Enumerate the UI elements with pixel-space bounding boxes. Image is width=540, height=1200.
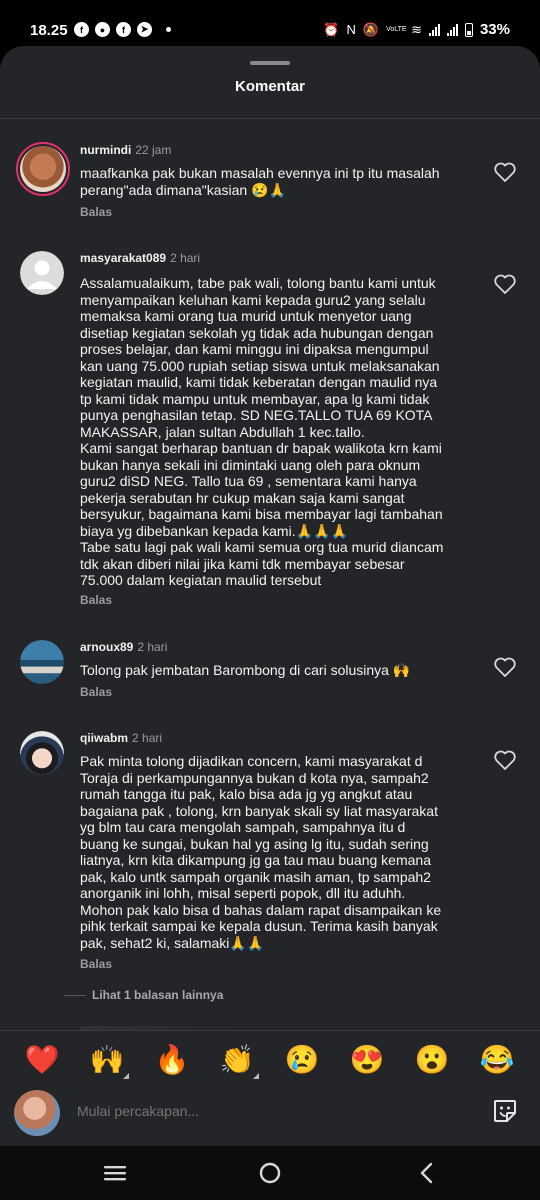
reaction-raised-hands[interactable]: 🙌 <box>87 1043 129 1079</box>
facebook-icon: f <box>74 22 89 37</box>
mute-icon: 🔕 <box>362 21 380 37</box>
compass-icon: ➤ <box>137 22 152 37</box>
signal-icon <box>446 23 458 36</box>
reply-button[interactable]: Balas <box>80 593 112 607</box>
signal-icon <box>428 23 440 36</box>
like-heart-icon[interactable] <box>493 656 517 678</box>
reaction-surprised[interactable]: 😮 <box>412 1043 452 1077</box>
my-avatar <box>14 1090 60 1136</box>
volte-icon: VoLTE <box>386 25 407 33</box>
comment-input[interactable] <box>77 1103 457 1119</box>
comment-text: Assalamualaikum, tabe pak wali, tolong b… <box>80 275 444 588</box>
reaction-laughing[interactable]: 😂 <box>477 1043 517 1077</box>
home-icon[interactable] <box>255 1160 285 1186</box>
reply-button[interactable]: Balas <box>80 205 112 219</box>
comment-text: Tolong pak jembatan Barombong di cari so… <box>80 662 411 678</box>
comment-text: Pak minta tolong dijadikan concern, kami… <box>80 753 442 951</box>
more-notifications-dot-icon <box>166 27 171 32</box>
drag-handle[interactable] <box>250 61 290 65</box>
comment-username[interactable]: nurmindi <box>80 143 131 157</box>
battery-icon <box>464 22 473 37</box>
view-more-replies-link[interactable]: Lihat 1 balasan lainnya <box>64 988 223 1002</box>
reaction-fire[interactable]: 🔥 <box>152 1043 192 1077</box>
comment-username[interactable]: arnoux89 <box>80 640 133 654</box>
avatar[interactable] <box>20 640 64 684</box>
like-heart-icon[interactable] <box>493 749 517 771</box>
sheet-title: Komentar <box>234 78 305 95</box>
comment-time: 2 hari <box>132 731 163 745</box>
compose-bar <box>0 1090 540 1146</box>
wifi-icon: ≋ <box>411 21 422 37</box>
comment-time: 2 hari <box>137 640 168 654</box>
avatar[interactable] <box>20 251 64 295</box>
reply-button[interactable]: Balas <box>80 685 112 699</box>
facebook-icon: f <box>116 22 131 37</box>
comments-sheet: Komentar nurmindi 22 jam maafkanka pak bu… <box>0 46 540 1146</box>
nfc-icon: N <box>346 22 356 37</box>
comment-username[interactable]: masyarakat089 <box>80 251 166 265</box>
like-heart-icon[interactable] <box>493 161 517 183</box>
alarm-icon: ⏰ <box>323 21 340 37</box>
comment-time: 22 jam <box>135 143 172 157</box>
reaction-crying[interactable]: 😢 <box>282 1043 322 1077</box>
default-avatar-icon <box>20 251 64 295</box>
reaction-clapping[interactable]: 👏 <box>217 1043 259 1079</box>
chat-icon: ● <box>95 22 110 37</box>
quick-reactions-bar: ❤️ 🙌 🔥 👏 😢 😍 😮 😂 <box>0 1030 540 1090</box>
battery-percent: 33% <box>479 21 510 38</box>
reaction-heart[interactable]: ❤️ <box>22 1043 62 1077</box>
notification-icons: f ● f ➤ <box>74 22 171 37</box>
reaction-heart-eyes[interactable]: 😍 <box>347 1043 387 1077</box>
comment-username[interactable]: qiiwabm <box>80 731 128 745</box>
sticker-icon[interactable] <box>492 1098 518 1124</box>
comment-text: maafkanka pak bukan masalah evennya ini … <box>80 165 440 198</box>
status-time: 18.25 <box>30 22 68 39</box>
reply-button[interactable]: Balas <box>80 957 112 971</box>
back-icon[interactable] <box>412 1160 442 1186</box>
like-heart-icon[interactable] <box>493 273 517 295</box>
recent-apps-icon[interactable] <box>100 1160 130 1186</box>
avatar[interactable] <box>20 731 64 775</box>
system-icons: ⏰ N 🔕 VoLTE ≋ 33% <box>323 21 510 38</box>
avatar[interactable] <box>16 142 70 196</box>
system-navigation-bar <box>0 1146 540 1200</box>
comment-time: 2 hari <box>170 251 201 265</box>
divider <box>0 118 540 119</box>
